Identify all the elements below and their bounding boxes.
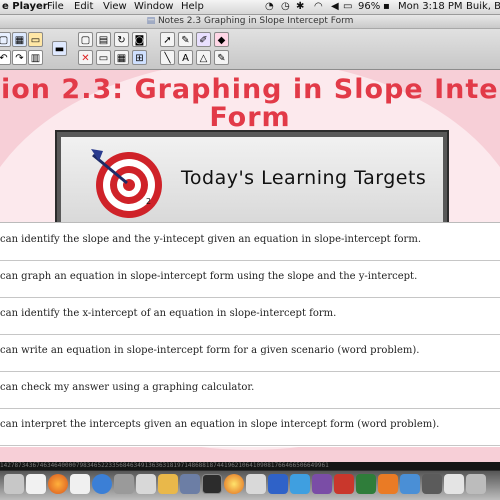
open-folder-icon[interactable]: ▭ (28, 32, 43, 47)
learning-targets-banner: 2 Today's Learning Targets (55, 130, 449, 230)
volume-icon[interactable]: ◀ (331, 1, 339, 12)
app-icon[interactable] (180, 474, 200, 494)
pen-icon[interactable]: ✎ (178, 32, 193, 47)
clock-status-icon[interactable]: ◷ (281, 1, 290, 12)
menu-view[interactable]: View (103, 1, 127, 12)
clock[interactable]: Mon 3:18 PM (398, 1, 463, 12)
menu-window[interactable]: Window (134, 1, 173, 12)
keynote-icon[interactable] (400, 474, 420, 494)
line-icon[interactable]: ╲ (160, 50, 175, 65)
target-number: 2 (146, 197, 151, 206)
print-icon[interactable]: ▥ (28, 50, 43, 65)
text-icon[interactable]: A (178, 50, 193, 65)
copy-icon[interactable]: ▢ (78, 32, 93, 47)
word-icon[interactable] (290, 474, 310, 494)
screen-shade-icon[interactable]: ▭ (96, 50, 111, 65)
target-text: can identify the x-intercept of an equat… (0, 308, 337, 319)
utility-icon[interactable] (136, 474, 156, 494)
eraser-icon[interactable]: ◆ (214, 32, 229, 47)
flag-icon[interactable]: ▪ (383, 1, 390, 12)
menu-bar: e Player File Edit View Window Help ◔ ◷ … (0, 0, 500, 15)
preview-icon[interactable] (246, 474, 266, 494)
dock: 1427873436746346400007983465223356846349… (0, 462, 500, 500)
battery-percent: 96% (358, 1, 381, 12)
target-text: can identify the slope and the y-intecep… (0, 234, 421, 245)
banner-panel: 2 Today's Learning Targets (61, 137, 443, 223)
window-title-bar: ▤ Notes 2.3 Graphing in Slope Intercept … (0, 15, 500, 29)
save-icon[interactable]: ▦ (12, 32, 27, 47)
spaces-icon[interactable] (268, 474, 288, 494)
slide-title-line2: Form (209, 102, 291, 133)
user-menu[interactable]: Buik, B (466, 1, 500, 12)
target-text: can write an equation in slope-intercept… (0, 345, 420, 356)
new-page-icon[interactable]: ▢ (0, 32, 11, 47)
dock-number-strip: 1427873436746346400007983465223356846349… (0, 462, 500, 470)
camera-icon[interactable]: ◙ (132, 32, 147, 47)
safari-icon[interactable] (92, 474, 112, 494)
table-row: can graph an equation in slope-intercept… (0, 260, 500, 298)
media-icon[interactable] (224, 474, 244, 494)
address-book-icon[interactable] (70, 474, 90, 494)
fill-icon[interactable]: ✎ (214, 50, 229, 65)
window-title: Notes 2.3 Graphing in Slope Intercept Fo… (157, 16, 354, 26)
target-text: can check my answer using a graphing cal… (0, 382, 255, 393)
bluetooth-icon[interactable]: ✱ (296, 1, 304, 12)
sync-icon[interactable]: ◔ (265, 1, 274, 12)
table-icon[interactable]: ▦ (114, 50, 129, 65)
finder-icon[interactable] (4, 474, 24, 494)
system-prefs-icon[interactable] (114, 474, 134, 494)
pages-icon[interactable] (378, 474, 398, 494)
refresh-icon[interactable]: ↻ (114, 32, 129, 47)
menu-edit[interactable]: Edit (74, 1, 93, 12)
target-text: can interpret the intercepts given an eq… (0, 419, 440, 430)
delete-icon[interactable]: ✕ (78, 50, 93, 65)
folder-icon[interactable] (26, 474, 46, 494)
table-row: can identify the x-intercept of an equat… (0, 297, 500, 335)
table-row: can check my answer using a graphing cal… (0, 371, 500, 409)
slide-title-line1: ction 2.3: Graphing in Slope Interc (0, 74, 500, 105)
undo-icon[interactable]: ↶ (0, 50, 11, 65)
document-icon: ▤ (146, 16, 158, 26)
excel-icon[interactable] (356, 474, 376, 494)
wifi-icon[interactable]: ◠ (314, 1, 323, 12)
grid-icon[interactable]: ⊞ (132, 50, 147, 65)
battery-icon[interactable]: ▭ (343, 1, 352, 12)
toolbar: ▢ ▦ ▭ ▬ ↶ ↷ ▥ ▢ ▤ ↻ ◙ ✕ ▭ ▦ ⊞ ➚ ✎ ✐ ◆ ╲ … (0, 29, 500, 70)
app-menu[interactable]: e Player (2, 1, 48, 12)
firefox-icon[interactable] (48, 474, 68, 494)
table-row: can write an equation in slope-intercept… (0, 334, 500, 372)
downloads-icon[interactable] (466, 474, 486, 494)
slide-canvas: ction 2.3: Graphing in Slope Interc Form… (0, 70, 500, 462)
highlighter-icon[interactable]: ✐ (196, 32, 211, 47)
menu-help[interactable]: Help (181, 1, 204, 12)
select-arrow-icon[interactable]: ➚ (160, 32, 175, 47)
display-icon[interactable]: ▬ (52, 41, 67, 56)
targets-table: can identify the slope and the y-intecep… (0, 222, 500, 447)
paste-icon[interactable]: ▤ (96, 32, 111, 47)
bullseye-icon: 2 (91, 149, 162, 218)
powerpoint-icon[interactable] (334, 474, 354, 494)
terminal-icon[interactable] (202, 474, 222, 494)
table-row: can interpret the intercepts given an eq… (0, 408, 500, 446)
smart-notebook-icon[interactable] (158, 474, 178, 494)
shape-icon[interactable]: △ (196, 50, 211, 65)
document-app-icon[interactable] (444, 474, 464, 494)
redo-icon[interactable]: ↷ (12, 50, 27, 65)
slide-title: ction 2.3: Graphing in Slope Interc Form (0, 76, 500, 132)
table-row: can identify the slope and the y-intecep… (0, 223, 500, 261)
itunes-icon[interactable] (312, 474, 332, 494)
menu-file[interactable]: File (47, 1, 64, 12)
target-text: can graph an equation in slope-intercept… (0, 271, 418, 282)
camera-app-icon[interactable] (422, 474, 442, 494)
banner-title: Today's Learning Targets (181, 167, 427, 189)
